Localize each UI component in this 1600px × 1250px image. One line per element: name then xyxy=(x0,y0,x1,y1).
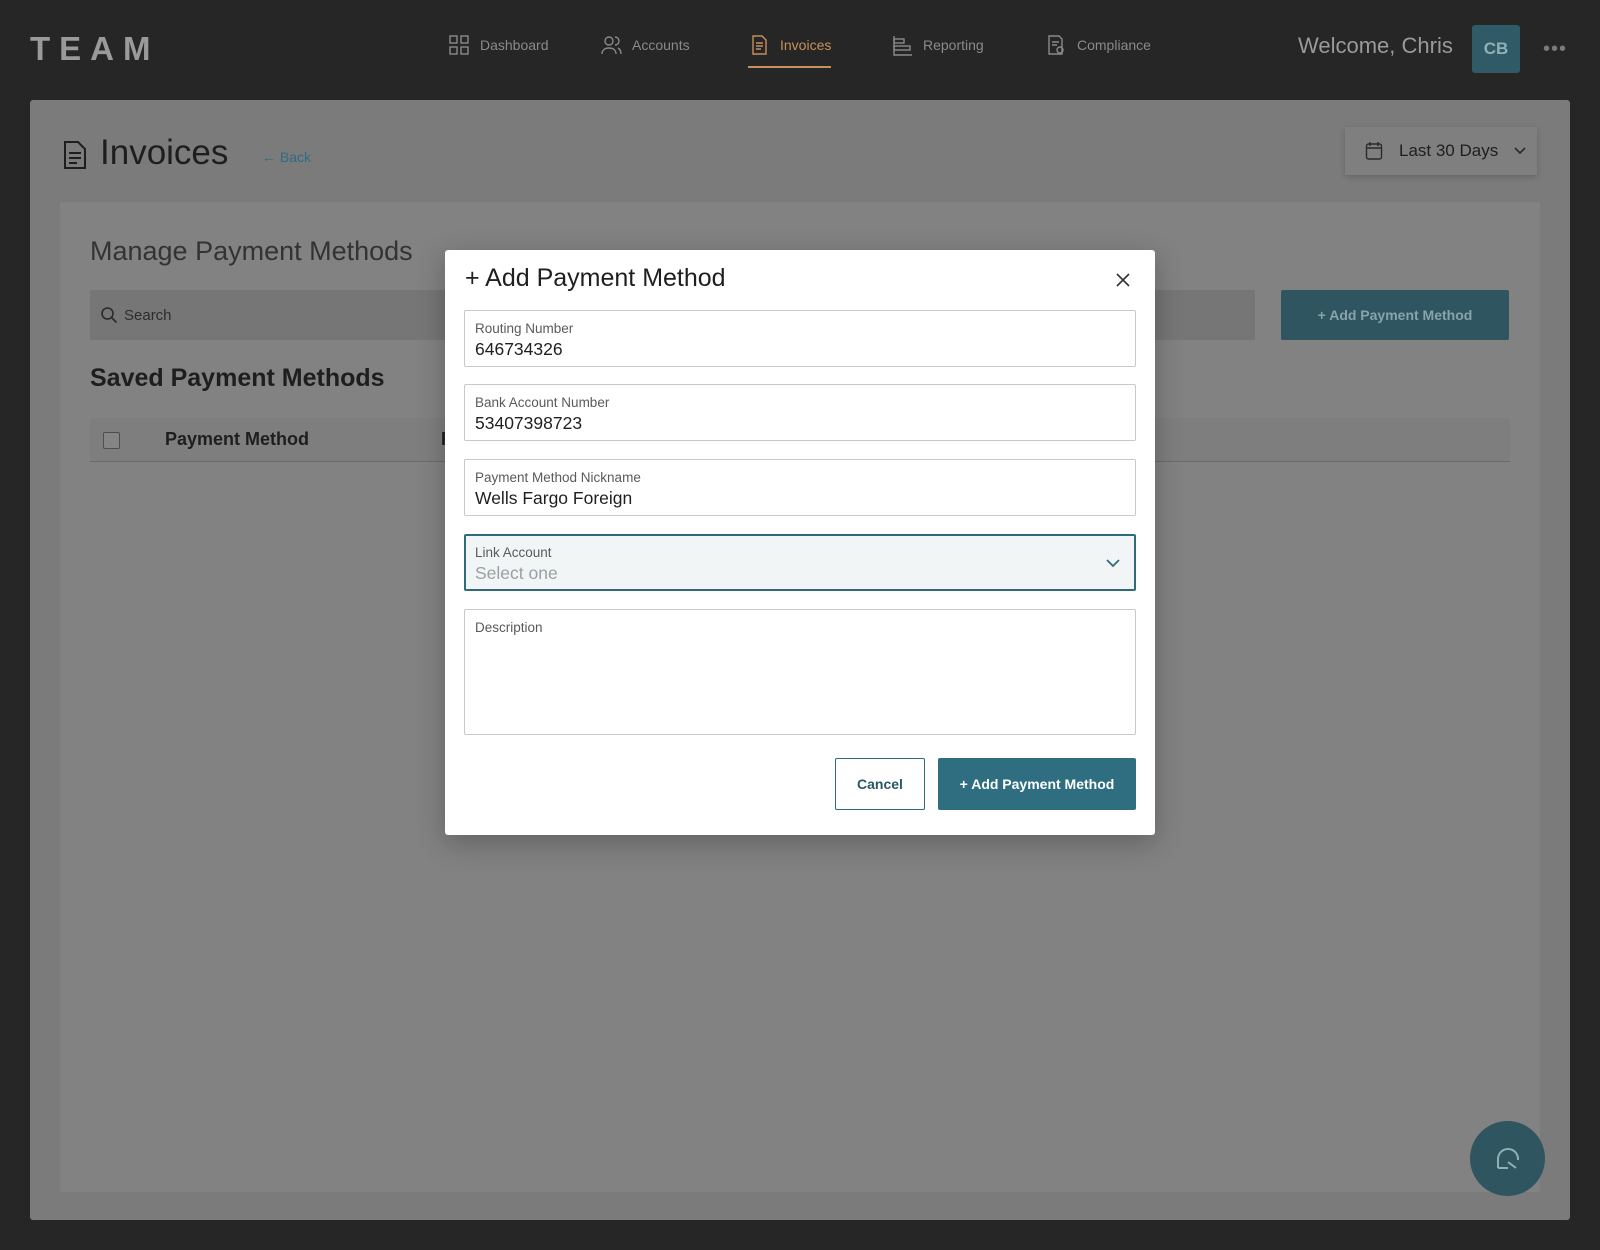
users-icon xyxy=(601,36,622,55)
cancel-button[interactable]: Cancel xyxy=(835,758,925,810)
nav-item-invoices[interactable]: Invoices xyxy=(748,34,832,70)
nav-label: Reporting xyxy=(923,37,984,53)
select-all-checkbox[interactable] xyxy=(103,432,120,449)
saved-methods-title: Saved Payment Methods xyxy=(90,364,385,392)
link-account-label: Link Account xyxy=(475,545,552,560)
bank-account-number-input[interactable] xyxy=(475,413,1095,434)
nav-label: Accounts xyxy=(632,37,690,53)
back-link[interactable]: ← Back xyxy=(262,149,311,165)
routing-number-field[interactable]: Routing Number xyxy=(464,310,1136,367)
avatar[interactable]: CB xyxy=(1472,25,1520,73)
link-account-value: Select one xyxy=(475,563,558,583)
description-label: Description xyxy=(475,620,543,635)
nav-label: Compliance xyxy=(1077,37,1151,53)
page-title: Invoices xyxy=(100,133,229,172)
grid-icon xyxy=(449,35,469,55)
nav-item-accounts[interactable]: Accounts xyxy=(600,34,690,70)
nav-item-compliance[interactable]: Compliance xyxy=(1045,34,1151,70)
top-bar: TEAM Dashboard Accounts Invoices Reporti… xyxy=(0,0,1600,100)
add-payment-method-button[interactable]: + Add Payment Method xyxy=(1281,290,1509,340)
description-field[interactable]: Description xyxy=(464,609,1136,735)
more-menu-icon[interactable]: ••• xyxy=(1543,38,1567,61)
routing-number-label: Routing Number xyxy=(475,321,574,336)
chat-icon xyxy=(1496,1147,1519,1169)
bank-account-number-label: Bank Account Number xyxy=(475,395,610,410)
link-account-select[interactable]: Link Account Select one xyxy=(464,534,1136,591)
nickname-label: Payment Method Nickname xyxy=(475,470,641,485)
calendar-icon xyxy=(1365,142,1383,160)
logo[interactable]: TEAM xyxy=(30,30,160,68)
routing-number-input[interactable] xyxy=(475,339,1095,360)
bank-account-number-field[interactable]: Bank Account Number xyxy=(464,384,1136,441)
nickname-field[interactable]: Payment Method Nickname xyxy=(464,459,1136,516)
chat-button[interactable] xyxy=(1470,1121,1545,1196)
chevron-down-icon xyxy=(1106,559,1120,568)
search-icon xyxy=(101,307,118,324)
description-textarea[interactable] xyxy=(475,640,1125,726)
close-icon[interactable] xyxy=(1115,272,1131,288)
nav-label: Invoices xyxy=(780,37,832,53)
chevron-down-icon xyxy=(1514,147,1526,155)
compliance-icon xyxy=(1048,35,1064,55)
panel-title: Manage Payment Methods xyxy=(90,236,413,266)
nav-item-reporting[interactable]: Reporting xyxy=(891,34,984,70)
search-input[interactable] xyxy=(124,306,424,324)
column-header-payment-method[interactable]: Payment Method xyxy=(165,429,309,450)
nickname-input[interactable] xyxy=(475,488,1095,509)
add-payment-method-modal: + Add Payment Method Routing Number Bank… xyxy=(445,250,1155,835)
date-range-dropdown[interactable]: Last 30 Days xyxy=(1345,127,1537,175)
document-icon xyxy=(64,141,86,169)
nav-item-dashboard[interactable]: Dashboard xyxy=(448,34,549,70)
date-range-label: Last 30 Days xyxy=(1399,141,1499,160)
document-icon xyxy=(752,35,767,55)
modal-title: + Add Payment Method xyxy=(465,264,726,292)
submit-add-payment-method-button[interactable]: + Add Payment Method xyxy=(938,758,1136,810)
welcome-text: Welcome, Chris xyxy=(1298,33,1453,58)
nav-label: Dashboard xyxy=(480,37,549,53)
bar-chart-icon xyxy=(893,36,912,56)
